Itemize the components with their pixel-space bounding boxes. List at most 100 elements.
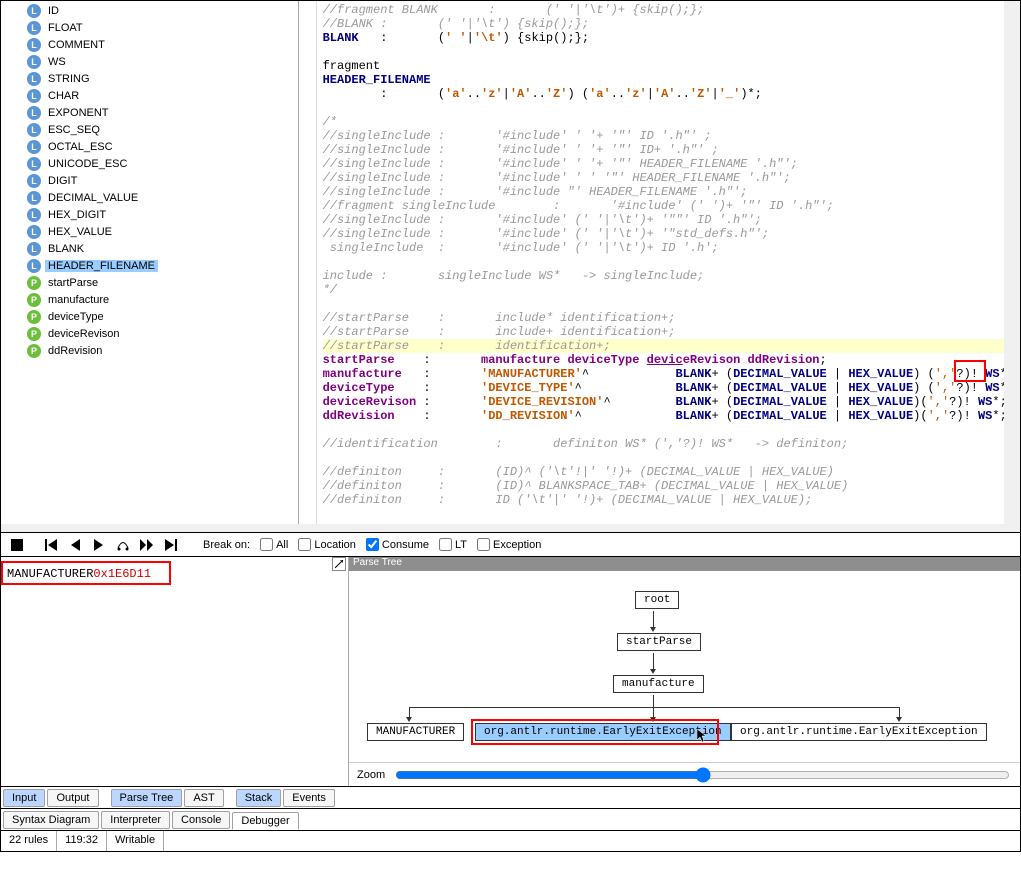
pt-node-leaf-exception-1[interactable]: org.antlr.runtime.EarlyExitException [475,723,731,741]
break-on-label: Break on: [203,539,250,551]
tab-stack[interactable]: Stack [236,789,282,807]
lexer-rule-icon: L [27,38,41,52]
tree-item-manufacture[interactable]: Pmanufacture [1,291,298,308]
zoom-label: Zoom [357,769,385,781]
tab-input[interactable]: Input [3,789,45,807]
tree-item-label: ID [45,5,62,17]
tab-ast[interactable]: AST [184,789,223,807]
tree-item-esc_seq[interactable]: LESC_SEQ [1,121,298,138]
tree-item-string[interactable]: LSTRING [1,70,298,87]
tab-interpreter[interactable]: Interpreter [101,811,170,829]
tree-item-startparse[interactable]: PstartParse [1,274,298,291]
expand-icon[interactable] [332,557,346,571]
tab-syntax-diagram[interactable]: Syntax Diagram [3,811,99,829]
tree-item-label: OCTAL_ESC [45,141,116,153]
step-over-icon[interactable] [113,536,133,554]
parse-tree-pane: Parse Tree root startParse manufacture M… [349,557,1020,786]
break-on-all[interactable]: All [260,538,288,551]
main-bottom-tabs: Syntax Diagram Interpreter Console Debug… [0,808,1021,830]
tree-item-label: DIGIT [45,175,80,187]
lexer-rule-icon: L [27,157,41,171]
tree-item-id[interactable]: LID [1,2,298,19]
tree-item-float[interactable]: L FLOAT [1,19,298,36]
tree-item-unicode_esc[interactable]: L UNICODE_ESC [1,155,298,172]
parser-rule-icon: P [27,310,41,324]
tab-parse-tree[interactable]: Parse Tree [111,789,183,807]
lexer-rule-icon: L [27,208,41,222]
tree-item-digit[interactable]: LDIGIT [1,172,298,189]
pt-node-manufacture[interactable]: manufacture [613,675,704,693]
status-rules: 22 rules [1,831,57,851]
fast-forward-icon[interactable] [137,536,157,554]
tree-item-label: startParse [45,277,101,289]
lexer-rule-icon: L [27,21,41,35]
editor-vscrollbar[interactable] [1004,1,1020,524]
pt-node-leaf-exception-2[interactable]: org.antlr.runtime.EarlyExitException [731,723,987,741]
zoom-slider[interactable] [395,767,1010,783]
parser-rule-icon: P [27,293,41,307]
editor-code[interactable]: //fragment BLANK : (' '|'\t')+ {skip();}… [317,1,1020,524]
tree-item-label: BLANK [45,243,87,255]
tree-item-char[interactable]: LCHAR [1,87,298,104]
tree-item-decimal_value[interactable]: L DECIMAL_VALUE [1,189,298,206]
break-on-location[interactable]: Location [298,538,356,551]
lexer-rule-icon: L [27,259,41,273]
tree-item-label: ESC_SEQ [45,124,103,136]
pt-node-leaf-manufacturer[interactable]: MANUFACTURER [367,723,464,741]
break-on-lt[interactable]: LT [439,538,467,551]
input-token-hex: 0x1E6D11 [93,567,151,581]
tree-item-label: UNICODE_ESC [45,158,130,170]
cursor-icon [697,729,707,743]
tree-item-octal_esc[interactable]: LOCTAL_ESC [1,138,298,155]
tree-item-label: HEADER_FILENAME [45,260,158,272]
debugger-toolbar: Break on: All Location Consume LT Except… [0,532,1021,556]
tab-debugger[interactable]: Debugger [232,812,298,830]
tree-item-label: CHAR [45,90,82,102]
tree-item-exponent[interactable]: L EXPONENT [1,104,298,121]
status-position: 119:32 [57,831,107,851]
tab-console[interactable]: Console [172,811,230,829]
status-bar: 22 rules 119:32 Writable [0,830,1021,852]
tab-events[interactable]: Events [283,789,335,807]
stop-icon[interactable] [7,536,27,554]
tree-item-header_filename[interactable]: L HEADER_FILENAME [1,257,298,274]
step-back-to-start-icon[interactable] [41,536,61,554]
parser-rule-icon: P [27,344,41,358]
step-forward-icon[interactable] [89,536,109,554]
parser-rule-icon: P [27,276,41,290]
tree-item-hex_digit[interactable]: LHEX_DIGIT [1,206,298,223]
tree-item-label: EXPONENT [45,107,112,119]
tree-item-label: DECIMAL_VALUE [45,192,141,204]
tree-item-comment[interactable]: L COMMENT [1,36,298,53]
rules-tree[interactable]: LIDLFLOATLCOMMENTLWSLSTRINGLCHARLEXPONEN… [1,1,298,359]
break-on-consume[interactable]: Consume [366,538,429,551]
tree-item-label: FLOAT [45,22,86,34]
tree-item-blank[interactable]: LBLANK [1,240,298,257]
debugger-view-tabs: Input Output Parse Tree AST Stack Events [0,786,1021,808]
go-to-end-icon[interactable] [161,536,181,554]
lexer-rule-icon: L [27,191,41,205]
tree-item-ws[interactable]: LWS [1,53,298,70]
editor-hscrollbar[interactable] [0,524,1021,532]
lexer-rule-icon: L [27,55,41,69]
tree-item-hex_value[interactable]: L HEX_VALUE [1,223,298,240]
input-content[interactable]: MANUFACTURER0x1E6D11 [1,557,348,587]
tree-item-devicetype[interactable]: PdeviceType [1,308,298,325]
lexer-rule-icon: L [27,225,41,239]
status-empty [164,831,1020,851]
tree-item-label: COMMENT [45,39,108,51]
parse-tree-header: Parse Tree [349,557,1020,571]
tree-item-devicerevison[interactable]: PdeviceRevison [1,325,298,342]
pt-node-root[interactable]: root [635,591,679,609]
parser-rule-icon: P [27,327,41,341]
tree-item-label: STRING [45,73,93,85]
break-on-exception[interactable]: Exception [477,538,541,551]
parse-tree-canvas[interactable]: root startParse manufacture MANUFACTURER… [349,571,1020,762]
tree-item-label: manufacture [45,294,112,306]
lexer-rule-icon: L [27,106,41,120]
tree-item-label: HEX_VALUE [45,226,115,238]
step-back-icon[interactable] [65,536,85,554]
tree-item-ddrevision[interactable]: PddRevision [1,342,298,359]
pt-node-startparse[interactable]: startParse [617,633,701,651]
tab-output[interactable]: Output [47,789,98,807]
